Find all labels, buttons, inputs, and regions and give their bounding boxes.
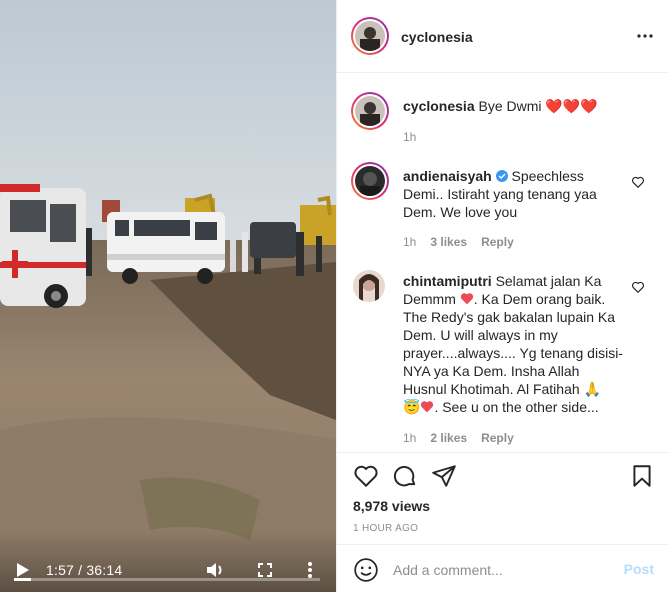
- play-icon: [17, 563, 29, 577]
- comment-avatar[interactable]: [353, 270, 385, 302]
- more-dots-icon: [637, 34, 653, 38]
- caption-emoji: ❤️❤️❤️: [545, 98, 598, 114]
- bookmark-icon: [633, 465, 651, 487]
- comment-username[interactable]: chintamiputri: [403, 273, 492, 289]
- comment-line: prayer....always.... Yg tenang disisi-: [403, 345, 623, 361]
- comment-line: Dem. U will always in my: [403, 327, 558, 343]
- comment-line: . See u on the other side...: [434, 399, 599, 415]
- share-button[interactable]: [431, 463, 457, 489]
- video-frame: [0, 0, 336, 592]
- smiley-icon: [354, 558, 378, 582]
- comment-time[interactable]: 1h: [403, 431, 416, 445]
- video-progress-bar[interactable]: [14, 578, 320, 581]
- fullscreen-icon: [258, 563, 272, 577]
- add-comment-bar: Post: [337, 544, 668, 592]
- caption-username[interactable]: cyclonesia: [403, 98, 475, 114]
- caption-text: cyclonesia Bye Dwmi ❤️❤️❤️: [403, 97, 598, 115]
- comment-line: NYA ya Ka Dem. Insha Allah: [403, 363, 580, 379]
- heart-icon: [354, 465, 378, 487]
- comment-line: Husnul Khotimah. Al Fatihah: [403, 381, 580, 397]
- red-heart-icon: [460, 293, 473, 305]
- paper-plane-icon: [432, 465, 456, 487]
- video-progress-fill: [14, 578, 31, 581]
- save-button[interactable]: [629, 463, 655, 489]
- comment-reply-button[interactable]: Reply: [481, 431, 514, 445]
- instagram-post-view: 1:57 / 36:14 cyclonesia cyclonesia Bye D…: [0, 0, 668, 592]
- comment-line: Dem. We love you: [403, 204, 518, 220]
- post-panel: cyclonesia cyclonesia Bye Dwmi ❤️❤️❤️ 1h…: [336, 0, 668, 592]
- praying-hands-icon: 🙏: [583, 381, 601, 397]
- comment-text: andienaisyah Speechless Demi.. Istiraht …: [403, 167, 623, 221]
- comments-list: cyclonesia Bye Dwmi ❤️❤️❤️ 1h andienaisy…: [337, 74, 668, 452]
- post-options-button[interactable]: [636, 28, 654, 44]
- speaker-icon: [207, 563, 222, 577]
- comment-like-button[interactable]: [631, 175, 645, 189]
- comment-icon: [393, 466, 416, 487]
- smiling-halo-icon: 😇: [403, 399, 421, 415]
- author-username[interactable]: cyclonesia: [401, 29, 473, 45]
- comment-line: Demmm: [403, 291, 456, 307]
- verified-badge-icon: [495, 170, 508, 182]
- post-actions: 8,978 views 1 HOUR AGO: [337, 452, 668, 544]
- caption-time[interactable]: 1h: [403, 130, 416, 144]
- video-player[interactable]: 1:57 / 36:14: [0, 0, 336, 592]
- caption-avatar[interactable]: [351, 92, 389, 130]
- video-controls: 1:57 / 36:14: [0, 532, 336, 592]
- post-header: cyclonesia: [337, 0, 668, 73]
- post-comment-button[interactable]: Post: [624, 561, 654, 577]
- comment-line: Speechless: [511, 168, 584, 184]
- comment-time[interactable]: 1h: [403, 235, 416, 249]
- author-avatar[interactable]: [351, 17, 389, 55]
- comment-button[interactable]: [392, 463, 418, 489]
- caption-meta: 1h: [403, 130, 416, 144]
- comment-text: chintamiputri Selamat jalan Ka Demmm . K…: [403, 272, 628, 416]
- comment-username[interactable]: andienaisyah: [403, 168, 492, 184]
- heart-outline-icon: [632, 281, 644, 294]
- comment-likes[interactable]: 3 likes: [430, 235, 467, 249]
- comment-line: . Ka Dem orang baik.: [473, 291, 606, 307]
- comment-likes[interactable]: 2 likes: [430, 431, 467, 445]
- comment-like-button[interactable]: [631, 280, 645, 294]
- comment-input[interactable]: [393, 559, 613, 581]
- post-timestamp[interactable]: 1 HOUR AGO: [353, 523, 418, 534]
- emoji-button[interactable]: [353, 557, 379, 583]
- play-button[interactable]: [14, 561, 32, 579]
- like-button[interactable]: [353, 463, 379, 489]
- red-heart-icon: [421, 401, 434, 413]
- comment-avatar[interactable]: [351, 162, 389, 200]
- heart-outline-icon: [632, 176, 644, 189]
- comment-reply-button[interactable]: Reply: [481, 235, 514, 249]
- video-time: 1:57 / 36:14: [46, 562, 123, 578]
- comment-line: Demi.. Istiraht yang tenang yaa: [403, 186, 597, 202]
- video-options-button[interactable]: [302, 560, 318, 580]
- comment-meta: 1h 2 likes Reply: [403, 431, 514, 445]
- vertical-dots-icon: [308, 562, 312, 578]
- comment-line: Selamat jalan Ka: [495, 273, 602, 289]
- comment-line: The Redy's gak bakalan lupain Ka: [403, 309, 616, 325]
- view-count[interactable]: 8,978 views: [353, 498, 430, 514]
- comment-meta: 1h 3 likes Reply: [403, 235, 514, 249]
- caption-body: Bye Dwmi: [478, 98, 542, 114]
- fullscreen-button[interactable]: [255, 560, 275, 580]
- volume-button[interactable]: [205, 560, 227, 580]
